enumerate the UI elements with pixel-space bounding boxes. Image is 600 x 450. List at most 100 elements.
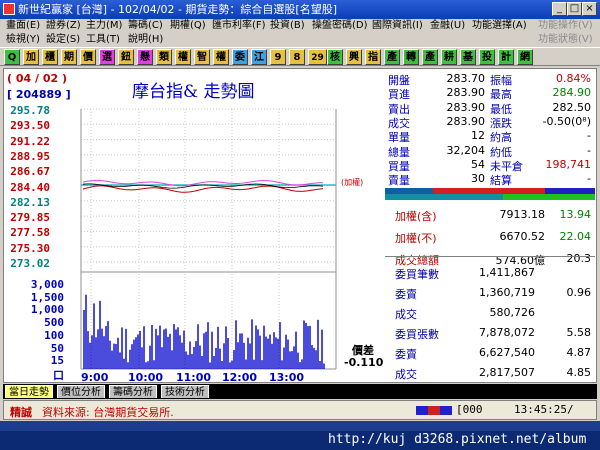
menu-function-select[interactable]: 功能選擇(A) (472, 19, 527, 33)
menu-main-force[interactable]: 主力(M) (86, 19, 122, 33)
toolbar-button[interactable]: 權 (175, 49, 191, 65)
menu-help[interactable]: 說明(H) (128, 33, 163, 46)
price-tick-label: 295.78 (10, 104, 50, 117)
volume-tick-label: 3,000 (30, 278, 64, 291)
toolbar-button[interactable]: 投 (479, 49, 495, 65)
stat-value: 1,360,719 (479, 286, 535, 299)
toolbar-button[interactable]: 9 (270, 49, 286, 65)
toolbar-button[interactable]: 興 (346, 49, 362, 65)
toolbar-button[interactable]: 委 (232, 49, 248, 65)
toolbar-button[interactable]: 選 (99, 49, 115, 65)
stat-change: 0.96 (566, 286, 592, 299)
toolbar-button[interactable]: 計 (498, 49, 514, 65)
menu-trade-code[interactable]: 操盤密碼(D) (312, 19, 368, 33)
quote-value: 283.90 (446, 114, 486, 128)
weight-tag: (加權) (341, 178, 364, 187)
volume-tick-label: 100 (44, 329, 64, 342)
menu-securities[interactable]: 證券(Z) (46, 19, 81, 33)
menu-bar-2: 檢視(Y) 設定(S) 工具(T) 說明(H) 功能狀態(V) (0, 33, 600, 46)
menu-settings[interactable]: 設定(S) (46, 33, 80, 46)
title-bar: 新世紀贏家 [台灣] - 102/04/02 - 期貨走勢：綜合自選股[名望股]… (0, 0, 600, 19)
chart-title: 摩台指& 走勢圖 (132, 82, 255, 102)
stat-value: 2,817,507 (479, 366, 535, 379)
quote-value: 283.70 (446, 72, 486, 85)
menu-screen[interactable]: 畫面(E) (6, 19, 40, 33)
quote-value: 32,204 (446, 143, 486, 157)
tab-technical-analysis[interactable]: 技術分析 (161, 385, 209, 398)
taskbar-url: http://kuj d3268.pixnet.net/album (328, 432, 587, 447)
index-value: 7913.18 (499, 208, 546, 221)
menu-bar: 畫面(E) 證券(Z) 主力(M) 籌碼(C) 期權(Q) 匯市利率(F) 投資… (0, 19, 600, 33)
price-tick-label: 288.95 (10, 149, 50, 163)
toolbar-button[interactable]: 轉 (403, 49, 419, 65)
menu-options[interactable]: 期權(Q) (170, 19, 206, 33)
quote-value: -0.50(0⁸) (542, 114, 591, 128)
toolbar-button[interactable]: 產 (422, 49, 438, 65)
price-tick-label: 291.22 (10, 134, 50, 148)
volume-tick-label: 1,000 (30, 303, 64, 316)
toolbar-button[interactable]: 懸 (137, 49, 153, 65)
menu-investment[interactable]: 投資(B) (270, 19, 305, 33)
close-button[interactable]: × (582, 2, 597, 16)
toolbar-button[interactable]: 鈕 (118, 49, 134, 65)
quote-value: - (587, 129, 591, 143)
toolbar-button[interactable]: 耕 (441, 49, 457, 65)
index-change: 13.94 (559, 208, 592, 221)
index-label: 加權(不) (395, 232, 437, 245)
toolbar-button[interactable]: 29 (308, 49, 327, 65)
time-tick-label: 11:00 (176, 371, 212, 384)
toolbar-button[interactable]: 核 (327, 49, 343, 65)
toolbar-button[interactable]: 櫃 (42, 49, 58, 65)
toolbar-button[interactable]: 網 (517, 49, 533, 65)
ratio-bar-2 (385, 194, 595, 200)
tab-price-analysis[interactable]: 價位分析 (57, 385, 105, 398)
volume-tick-label: 口 (53, 369, 64, 382)
tab-chip-analysis[interactable]: 籌碼分析 (109, 385, 157, 398)
quote-value: 282.50 (552, 100, 592, 114)
stat-value: 6,627,540 (479, 346, 535, 359)
toolbar-button[interactable]: 基 (460, 49, 476, 65)
stat-value: 7,878,072 (479, 326, 535, 339)
time-tick-label: 13:00 (269, 371, 305, 384)
time-tick-label: 10:00 (128, 371, 164, 384)
menu-chips[interactable]: 籌碼(C) (128, 19, 163, 33)
menu-fx-rates[interactable]: 匯市利率(F) (212, 19, 266, 33)
menu-function-status[interactable]: 功能狀態(V) (538, 33, 593, 46)
toolbar-button[interactable]: 智 (194, 49, 210, 65)
toolbar-button[interactable]: 期 (61, 49, 77, 65)
minimize-button[interactable]: _ (552, 2, 567, 16)
quote-panel: 開盤 283.70 振幅 0.84% 買進 283.90 最高 284.90 賣出 283.90 最… (385, 70, 595, 382)
menu-function-operate[interactable]: 功能操作(V) (538, 19, 593, 33)
toolbar-button[interactable]: 江 (251, 49, 267, 65)
index-change: 22.04 (559, 230, 592, 243)
spread-value: -0.110 (344, 356, 384, 369)
toolbar-button[interactable]: 加 (23, 49, 39, 65)
price-tick-label: 273.02 (10, 257, 50, 270)
toolbar-button[interactable]: Q (4, 49, 20, 65)
price-tick-label: 282.13 (10, 195, 50, 209)
quote-value: 284.90 (552, 86, 592, 100)
toolbar-button[interactable]: 指 (365, 49, 381, 65)
time-tick-label: 9:00 (81, 371, 109, 384)
volume-tick-label: 15 (50, 354, 64, 367)
tab-intraday[interactable]: 當日走勢 (5, 385, 53, 398)
toolbar-button[interactable]: 價 (80, 49, 96, 65)
menu-finance[interactable]: 金融(U) (430, 19, 465, 33)
maximize-button[interactable]: □ (567, 2, 582, 16)
menu-global-info[interactable]: 國際資訊(I) (372, 19, 423, 33)
stat-label: 委賣 (395, 288, 417, 301)
toolbar-button[interactable]: 類 (156, 49, 172, 65)
status-app: 精誠 (10, 406, 32, 419)
app-icon (3, 3, 15, 15)
menu-view[interactable]: 檢視(Y) (6, 33, 40, 46)
menu-tools[interactable]: 工具(T) (86, 33, 120, 46)
stat-label: 成交 (395, 308, 417, 321)
toolbar-button[interactable]: 產 (384, 49, 400, 65)
price-tick-label: 279.85 (10, 211, 50, 225)
toolbar-button[interactable]: 8 (289, 49, 305, 65)
price-tick-label: 286.67 (10, 165, 50, 179)
stat-label: 委賣 (395, 348, 417, 361)
quote-value: 54 (471, 157, 485, 171)
stat-value: 580,726 (489, 306, 536, 319)
toolbar-button[interactable]: 權 (213, 49, 229, 65)
